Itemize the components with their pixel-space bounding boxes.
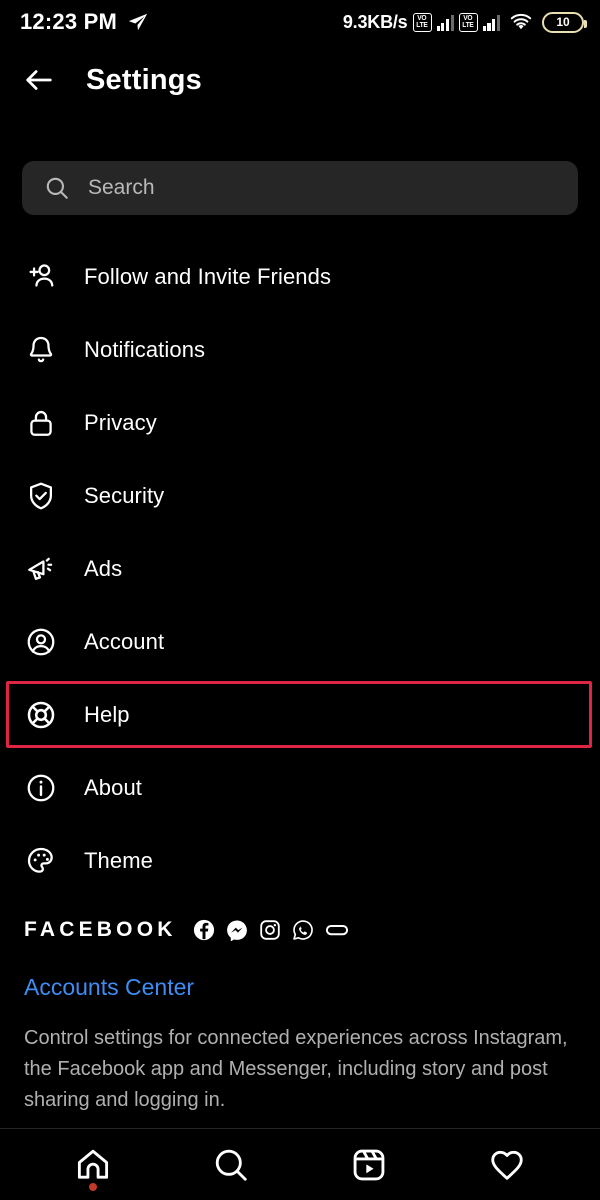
person-add-icon (24, 260, 58, 294)
back-button[interactable] (22, 63, 56, 97)
bell-icon (24, 333, 58, 367)
volte-icon-sim1: VO LTE (412, 12, 432, 32)
nav-item-home[interactable] (65, 1137, 121, 1193)
shield-check-icon (24, 479, 58, 513)
status-bar: 12:23 PM 9.3KB/s VO LTE VO LTE 10 (0, 0, 600, 44)
phone-screen: 12:23 PM 9.3KB/s VO LTE VO LTE 10 Settin… (0, 0, 600, 1200)
bottom-navigation-bar (0, 1129, 600, 1200)
wifi-icon (508, 12, 534, 32)
reels-icon (350, 1146, 388, 1184)
app-header: Settings (0, 50, 600, 110)
search-input[interactable]: Search (88, 176, 155, 200)
status-bar-left: 12:23 PM (20, 9, 149, 35)
instagram-icon (259, 919, 281, 941)
menu-item-help[interactable]: Help (0, 678, 600, 751)
facebook-icon (193, 919, 215, 941)
signal-bars-sim2 (482, 13, 500, 31)
megaphone-icon (24, 552, 58, 586)
facebook-brand-row: FACEBOOK (24, 918, 580, 942)
menu-item-label: Privacy (84, 409, 157, 435)
nav-item-activity[interactable] (479, 1137, 535, 1193)
signal-bars-sim1 (436, 13, 454, 31)
lifebuoy-icon (24, 698, 58, 732)
palette-icon (24, 844, 58, 878)
search-icon (44, 175, 70, 201)
search-icon (212, 1146, 250, 1184)
battery-indicator: 10 (542, 11, 587, 33)
status-time: 12:23 PM (20, 9, 117, 34)
menu-item-follow-and-invite-friends[interactable]: Follow and Invite Friends (0, 240, 600, 313)
settings-menu: Follow and Invite Friends Notifications … (0, 240, 600, 897)
nav-item-reels[interactable] (341, 1137, 397, 1193)
menu-item-ads[interactable]: Ads (0, 532, 600, 605)
menu-item-about[interactable]: About (0, 751, 600, 824)
nav-item-search[interactable] (203, 1137, 259, 1193)
account-circle-icon (24, 625, 58, 659)
arrow-left-icon (22, 63, 56, 97)
volte-icon-sim2: VO LTE (458, 12, 478, 32)
accounts-center-description: Control settings for connected experienc… (24, 1027, 568, 1111)
heart-icon (488, 1146, 526, 1184)
lock-icon (24, 406, 58, 440)
facebook-section: FACEBOOK Accounts Center Control setting… (24, 918, 580, 1116)
facebook-brand-label: FACEBOOK (24, 918, 177, 941)
facebook-app-icons (193, 919, 349, 941)
menu-item-label: Follow and Invite Friends (84, 263, 332, 289)
menu-item-label: Account (84, 628, 165, 654)
home-icon (74, 1146, 112, 1184)
menu-item-label: About (84, 774, 142, 800)
menu-item-label: Theme (84, 847, 153, 873)
search-bar[interactable]: Search (22, 161, 578, 215)
menu-item-account[interactable]: Account (0, 605, 600, 678)
status-bar-right: 9.3KB/s VO LTE VO LTE 10 (342, 11, 587, 33)
home-notification-dot (89, 1182, 97, 1191)
menu-item-label: Notifications (84, 336, 206, 362)
menu-item-privacy[interactable]: Privacy (0, 386, 600, 459)
messenger-icon (226, 919, 248, 941)
menu-item-label: Ads (84, 555, 123, 581)
menu-item-notifications[interactable]: Notifications (0, 313, 600, 386)
network-speed: 9.3KB/s (342, 11, 408, 32)
send-icon (127, 11, 149, 33)
menu-item-security[interactable]: Security (0, 459, 600, 532)
menu-item-label: Security (84, 482, 165, 508)
page-title: Settings (86, 63, 202, 96)
battery-level: 10 (556, 15, 570, 29)
portal-icon (325, 919, 349, 941)
menu-item-theme[interactable]: Theme (0, 824, 600, 897)
menu-item-label: Help (84, 701, 130, 727)
accounts-center-link[interactable]: Accounts Center (24, 974, 580, 1001)
whatsapp-icon (292, 919, 314, 941)
info-circle-icon (24, 771, 58, 805)
